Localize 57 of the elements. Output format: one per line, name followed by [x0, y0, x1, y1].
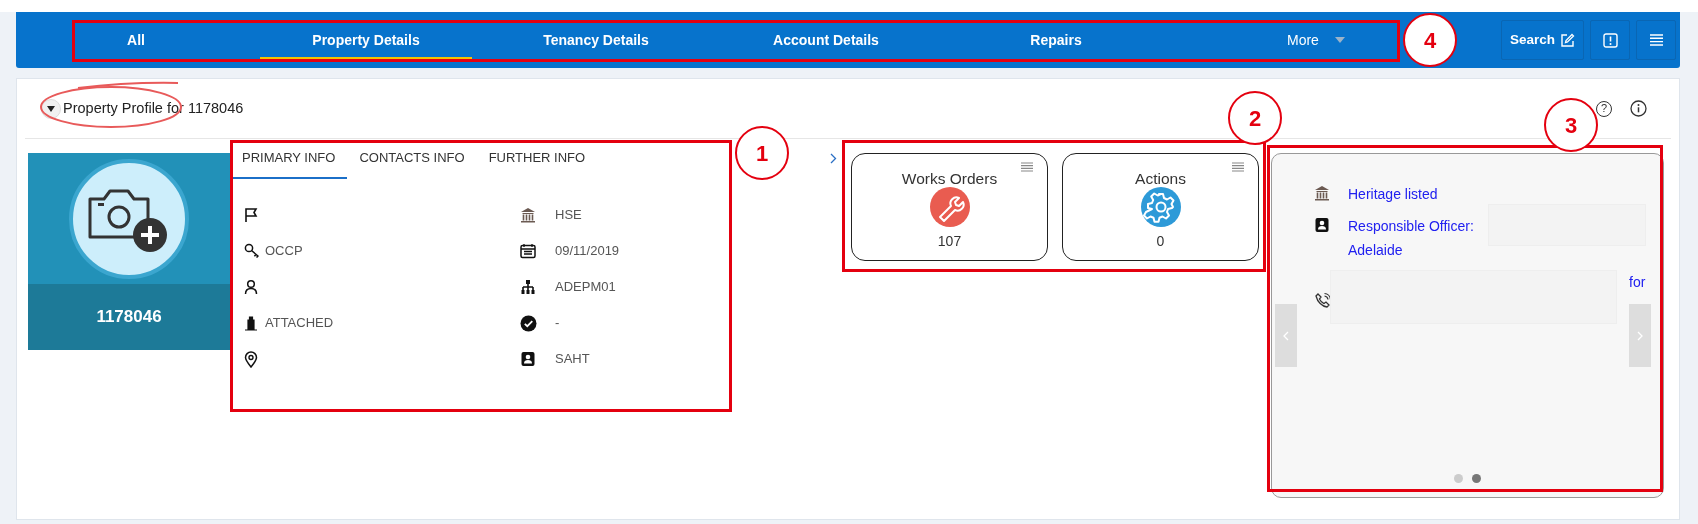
info-value: ADEPM01 — [555, 278, 616, 297]
info-value: HSE — [555, 206, 582, 225]
info-value: SAHT — [555, 350, 590, 369]
chevron-right-icon — [1637, 330, 1643, 341]
hierarchy-icon — [520, 279, 536, 295]
card-title: Works Orders — [901, 170, 998, 188]
key-icon — [244, 243, 262, 259]
info-value: 09/11/2019 — [555, 242, 620, 261]
bank-icon — [1314, 185, 1330, 201]
calendar-icon — [520, 243, 536, 259]
summary-card[interactable]: Actions 0 — [1062, 153, 1259, 261]
info-tab[interactable]: FURTHER INFO — [476, 147, 598, 179]
edit-icon — [1560, 32, 1575, 48]
wrench-icon — [929, 187, 970, 228]
check-circle-icon — [520, 314, 537, 332]
nav-tab[interactable]: Repairs — [941, 12, 1171, 68]
building-icon — [244, 315, 258, 331]
alert-icon — [1602, 32, 1618, 48]
info-link[interactable]: for — [1629, 270, 1646, 294]
phone-icon — [1314, 292, 1332, 310]
nav-tab[interactable]: Account Details — [711, 12, 941, 68]
info-link[interactable]: Heritage listed — [1348, 182, 1438, 206]
chevron-right-icon[interactable] — [830, 153, 837, 164]
alert-button[interactable] — [1590, 20, 1630, 60]
menu-icon[interactable] — [1232, 162, 1244, 172]
info-value: - — [555, 314, 560, 333]
caret-icon — [47, 105, 55, 112]
summary-card[interactable]: Works Orders 107 — [851, 153, 1048, 261]
search-button[interactable]: Search — [1500, 20, 1584, 60]
person-icon — [244, 279, 258, 295]
menu-button[interactable] — [1636, 20, 1676, 60]
contact-card-icon — [520, 351, 536, 367]
info-icon[interactable] — [1630, 100, 1647, 117]
pin-icon — [244, 350, 258, 368]
info-value: OCCP — [265, 242, 303, 261]
property-reference: 1178046 — [28, 284, 230, 350]
contact-card-icon — [1314, 217, 1330, 233]
card-title: Actions — [1135, 170, 1186, 188]
info-value: ATTACHED — [265, 314, 334, 333]
nav-tab[interactable]: Property Details — [251, 12, 481, 68]
gear-icon — [1140, 187, 1181, 228]
bank-icon — [520, 207, 536, 223]
info-tab[interactable]: CONTACTS INFO — [347, 147, 477, 179]
card-count: 107 — [937, 232, 962, 252]
more-dropdown[interactable]: More — [1281, 28, 1351, 52]
caret-icon — [1334, 37, 1345, 43]
info-link[interactable]: Responsible Officer: Adelaide — [1348, 214, 1488, 262]
carousel-dot[interactable] — [1472, 474, 1481, 483]
carousel-dot[interactable] — [1454, 474, 1463, 483]
menu-icon — [1649, 34, 1663, 46]
menu-icon[interactable] — [1021, 162, 1033, 172]
nav-tab[interactable]: Tenancy Details — [481, 12, 711, 68]
flag-icon — [244, 207, 258, 223]
info-tab[interactable]: PRIMARY INFO — [230, 147, 348, 179]
nav-tab[interactable]: All — [21, 12, 251, 68]
card-count: 0 — [1156, 232, 1165, 252]
chevron-left-icon — [1283, 330, 1289, 341]
